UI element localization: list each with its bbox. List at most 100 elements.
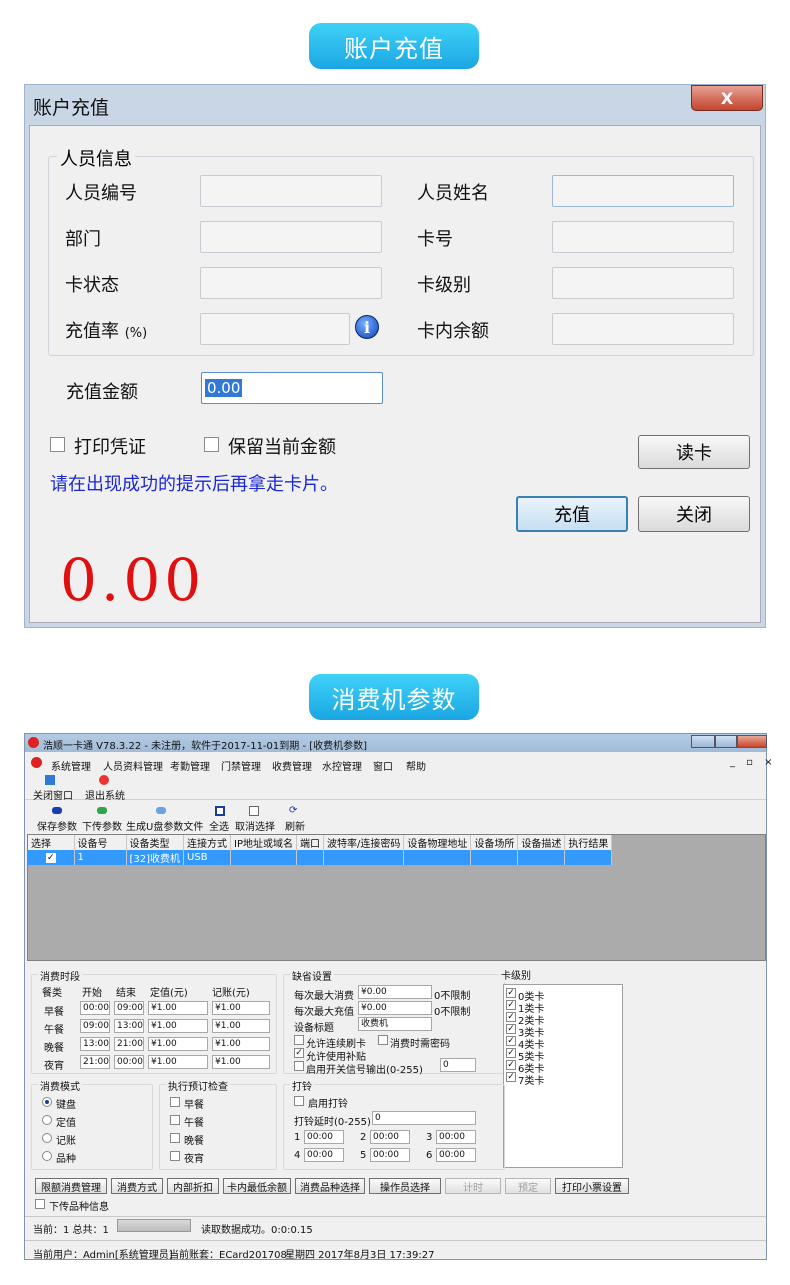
end-input[interactable]: 09:00: [114, 1001, 144, 1015]
col-mac[interactable]: 设备物理地址: [403, 835, 472, 850]
col-select[interactable]: 选择: [28, 835, 75, 850]
keep-amount-checkbox[interactable]: [204, 437, 219, 452]
menu-system[interactable]: 系统管理: [51, 758, 91, 773]
save-params-button[interactable]: 保存参数: [37, 818, 77, 833]
maximize-icon[interactable]: [715, 735, 737, 748]
bell-slot-input[interactable]: 00:00: [436, 1148, 476, 1162]
card-no-field[interactable]: [552, 221, 734, 253]
print-voucher-checkbox[interactable]: [50, 437, 65, 452]
reserve-button[interactable]: 预定: [505, 1178, 551, 1194]
discount-button[interactable]: 内部折扣: [167, 1178, 219, 1194]
col-port[interactable]: 端口: [296, 835, 325, 850]
rate-field[interactable]: [200, 313, 350, 345]
start-input[interactable]: 00:00: [80, 1001, 110, 1015]
bell-slot-input[interactable]: 00:00: [304, 1148, 344, 1162]
download-params-button[interactable]: 下传参数: [82, 818, 122, 833]
menu-personnel[interactable]: 人员资料管理: [103, 758, 163, 773]
fixed-input[interactable]: ¥1.00: [148, 1055, 208, 1069]
menu-fees[interactable]: 收费管理: [272, 758, 312, 773]
amount-input[interactable]: 0.00: [201, 372, 383, 404]
col-site[interactable]: 设备场所: [470, 835, 519, 850]
end-input[interactable]: 13:00: [114, 1019, 144, 1033]
refresh-button[interactable]: 刷新: [285, 818, 305, 833]
emp-no-field[interactable]: [200, 175, 382, 207]
upload-info-checkbox[interactable]: [35, 1199, 45, 1209]
minimize-icon[interactable]: [691, 735, 715, 748]
col-connection[interactable]: 连接方式: [183, 835, 232, 850]
balance-field[interactable]: [552, 313, 734, 345]
fixed-input[interactable]: ¥1.00: [148, 1037, 208, 1051]
consume-method-button[interactable]: 消费方式: [111, 1178, 163, 1194]
device-title-input[interactable]: 收费机: [358, 1017, 432, 1031]
check-breakfast-checkbox[interactable]: [170, 1097, 180, 1107]
check-dinner-checkbox[interactable]: [170, 1133, 180, 1143]
menu-water[interactable]: 水控管理: [322, 758, 362, 773]
print-receipt-button[interactable]: 打印小票设置: [555, 1178, 629, 1194]
table-row[interactable]: ✓ 1 [32]收费机 USB: [28, 850, 613, 865]
end-input[interactable]: 21:00: [114, 1037, 144, 1051]
start-input[interactable]: 09:00: [80, 1019, 110, 1033]
min-balance-button[interactable]: 卡内最低余额: [223, 1178, 291, 1194]
close-window-button[interactable]: 关闭窗口: [33, 787, 73, 802]
menu-attendance[interactable]: 考勤管理: [170, 758, 210, 773]
col-result[interactable]: 执行结果: [564, 835, 613, 850]
bell-enable-checkbox[interactable]: [294, 1096, 304, 1106]
password-checkbox[interactable]: [378, 1035, 388, 1045]
signal-output-checkbox[interactable]: [294, 1061, 304, 1071]
start-input[interactable]: 13:00: [80, 1037, 110, 1051]
col-device-type[interactable]: 设备类型: [126, 835, 185, 850]
mode-account-radio[interactable]: [42, 1133, 52, 1143]
usb-file-button[interactable]: 生成U盘参数文件: [126, 818, 203, 833]
limit-consume-button[interactable]: 限额消费管理: [35, 1178, 107, 1194]
col-desc[interactable]: 设备描述: [517, 835, 566, 850]
menu-help[interactable]: 帮助: [406, 758, 426, 773]
acc-input[interactable]: ¥1.00: [212, 1019, 270, 1033]
bell-slot-input[interactable]: 00:00: [370, 1130, 410, 1144]
card-level-list[interactable]: ✓ 0类卡 ✓ 1类卡 ✓ 2类卡 ✓ 3类卡 ✓ 4类卡 ✓ 5类卡 ✓ 6类卡 ✓ 7类卡: [503, 984, 623, 1168]
bell-delay-input[interactable]: 0: [372, 1111, 476, 1125]
col-baud[interactable]: 波特率/连接密码: [323, 835, 405, 850]
close-icon[interactable]: X: [691, 85, 763, 111]
mode-keyboard-radio[interactable]: [42, 1097, 52, 1107]
item-select-button[interactable]: 消费品种选择: [295, 1178, 365, 1194]
check-lunch-checkbox[interactable]: [170, 1115, 180, 1125]
continuous-swipe-checkbox[interactable]: [294, 1035, 304, 1045]
select-all-button[interactable]: 全选: [209, 818, 229, 833]
max-consume-input[interactable]: ¥0.00: [358, 985, 432, 999]
bell-slot-input[interactable]: 00:00: [436, 1130, 476, 1144]
dept-field[interactable]: [200, 221, 382, 253]
read-card-button[interactable]: 读卡: [638, 435, 750, 469]
menu-window[interactable]: 窗口: [373, 758, 393, 773]
list-item[interactable]: 7类卡: [518, 1072, 544, 1087]
check-supper-checkbox[interactable]: [170, 1151, 180, 1161]
row-checkbox[interactable]: ✓: [45, 853, 56, 863]
menu-access[interactable]: 门禁管理: [221, 758, 261, 773]
col-device-no[interactable]: 设备号: [74, 835, 127, 850]
fixed-input[interactable]: ¥1.00: [148, 1001, 208, 1015]
emp-name-field[interactable]: [552, 175, 734, 207]
info-icon[interactable]: i: [355, 315, 379, 339]
fixed-input[interactable]: ¥1.00: [148, 1019, 208, 1033]
deselect-button[interactable]: 取消选择: [235, 818, 275, 833]
max-recharge-input[interactable]: ¥0.00: [358, 1001, 432, 1015]
operator-select-button[interactable]: 操作员选择: [369, 1178, 441, 1194]
recharge-button[interactable]: 充值: [516, 496, 628, 532]
col-ip[interactable]: IP地址或域名: [230, 835, 298, 850]
bell-slot-input[interactable]: 00:00: [370, 1148, 410, 1162]
start-input[interactable]: 21:00: [80, 1055, 110, 1069]
bell-slot-input[interactable]: 00:00: [304, 1130, 344, 1144]
timing-button[interactable]: 计时: [445, 1178, 501, 1194]
window-close-icon[interactable]: [737, 735, 767, 748]
mode-fixed-radio[interactable]: [42, 1115, 52, 1125]
card-level-field[interactable]: [552, 267, 734, 299]
acc-input[interactable]: ¥1.00: [212, 1001, 270, 1015]
exit-button[interactable]: 退出系统: [85, 787, 125, 802]
acc-input[interactable]: ¥1.00: [212, 1037, 270, 1051]
card-status-field[interactable]: [200, 267, 382, 299]
acc-input[interactable]: ¥1.00: [212, 1055, 270, 1069]
subsidy-checkbox[interactable]: ✓: [294, 1048, 304, 1058]
mdi-controls[interactable]: _ ▫ ×: [730, 757, 777, 768]
mode-item-radio[interactable]: [42, 1151, 52, 1161]
close-button[interactable]: 关闭: [638, 496, 750, 532]
end-input[interactable]: 00:00: [114, 1055, 144, 1069]
